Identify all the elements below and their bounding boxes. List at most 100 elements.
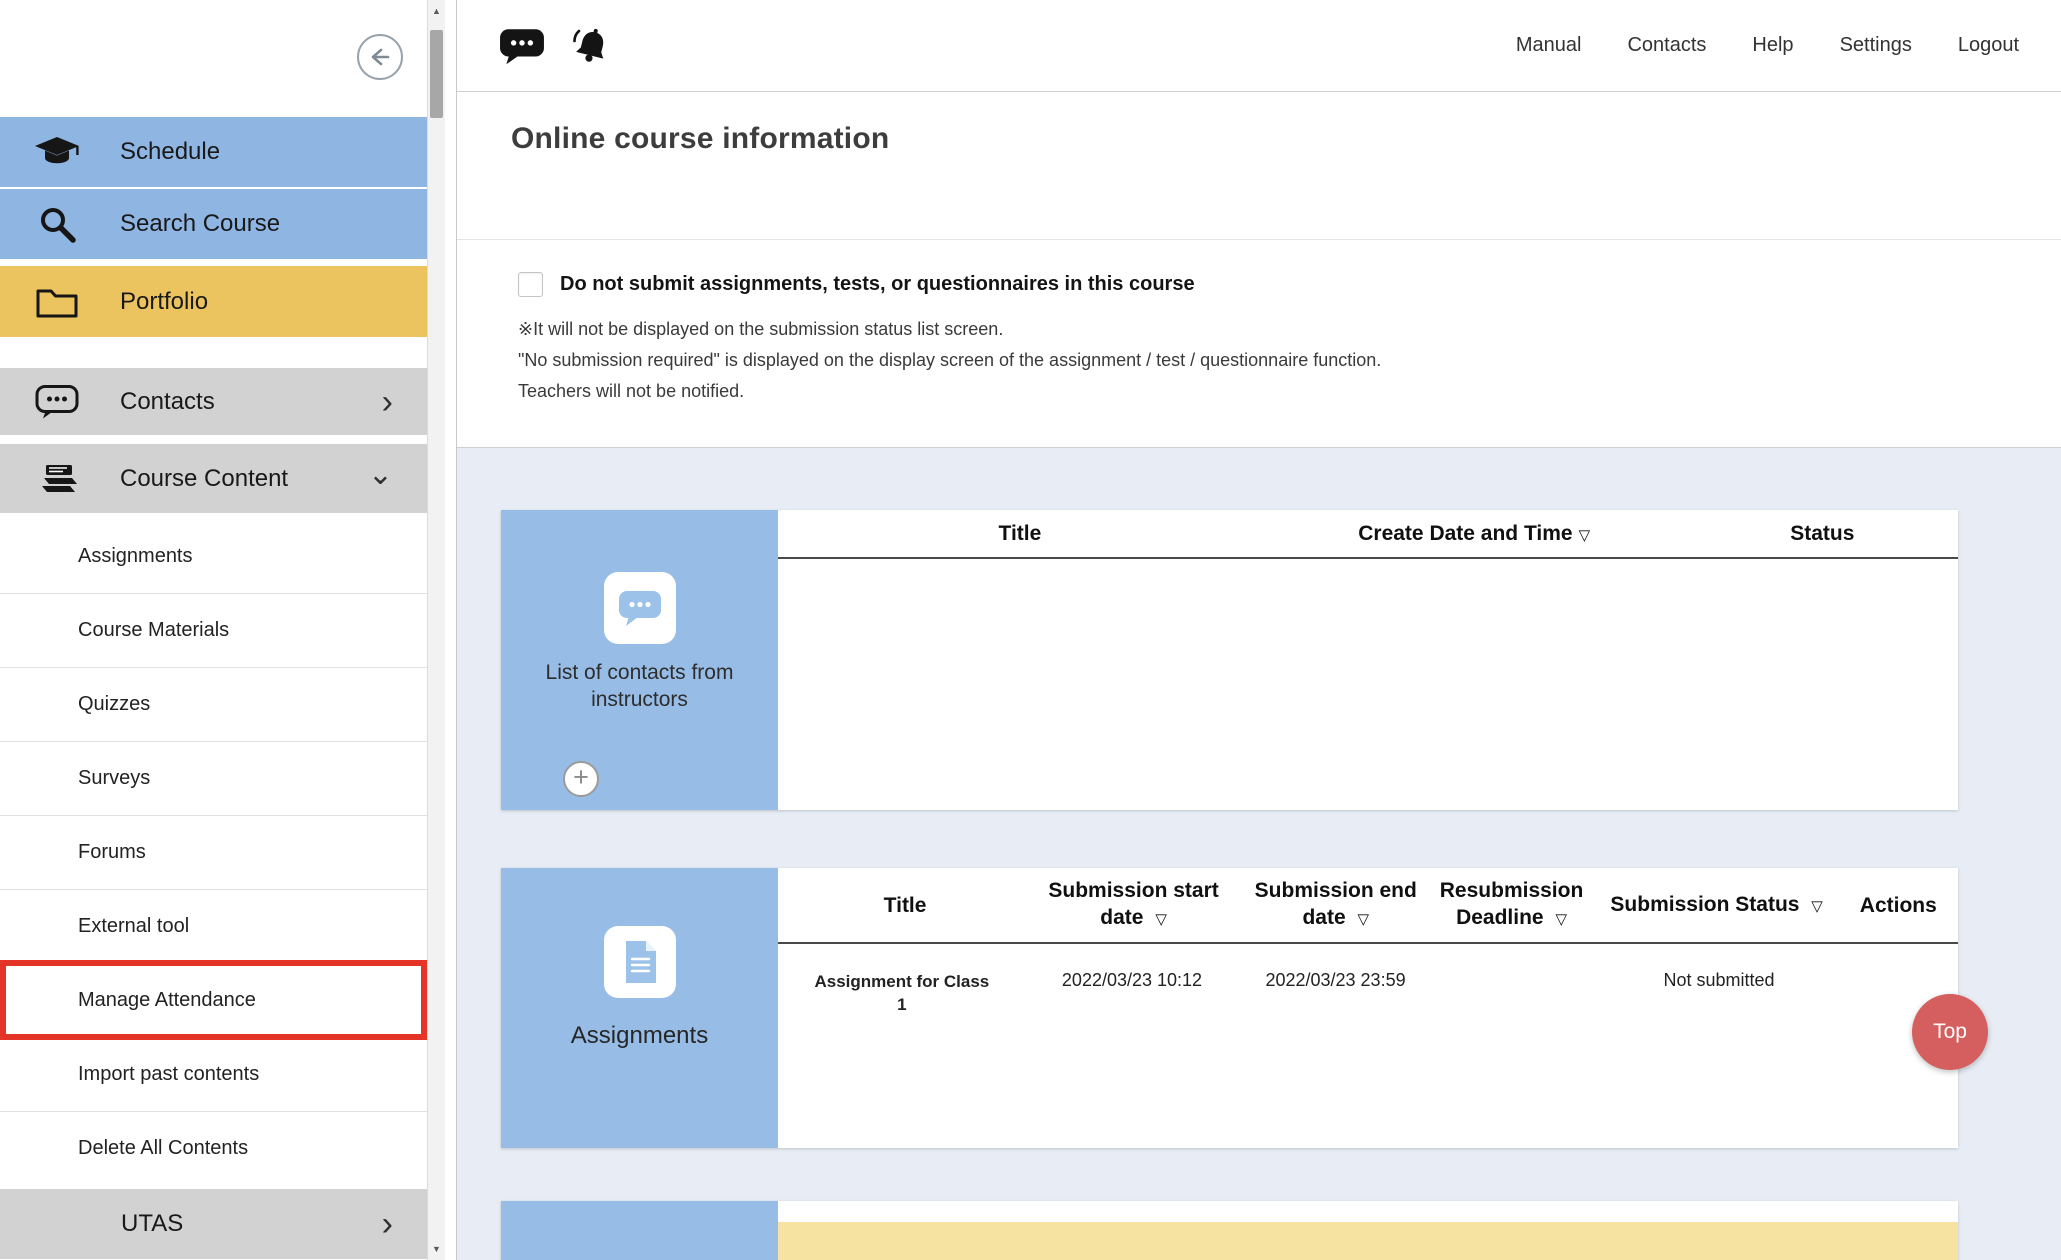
document-icon [604, 926, 676, 998]
column-submission-status[interactable]: Submission Status ▽ [1591, 891, 1843, 920]
no-submit-option-row: Do not submit assignments, tests, or que… [518, 272, 2061, 297]
sidebar-item-label: UTAS [121, 1210, 183, 1238]
assignments-card-title: Assignments [571, 1022, 708, 1049]
top-navigation: Manual Contacts Help Settings Logout [1516, 34, 2019, 57]
submenu-label: Quizzes [78, 693, 150, 716]
nav-settings[interactable]: Settings [1840, 34, 1912, 57]
next-card-body [778, 1201, 1958, 1260]
sidebar-item-label: Contacts [120, 388, 215, 416]
sort-icon: ▽ [1555, 911, 1567, 928]
sidebar-item-surveys[interactable]: Surveys [0, 741, 427, 815]
next-card-panel [501, 1201, 778, 1260]
sidebar-item-forums[interactable]: Forums [0, 815, 427, 889]
plus-icon: + [573, 764, 589, 791]
next-card-partial [501, 1201, 1958, 1260]
contacts-table: Title Create Date and Time▽ Status [778, 510, 1958, 810]
submenu-label: Manage Attendance [78, 989, 256, 1012]
sidebar-item-external-tool[interactable]: External tool [0, 889, 427, 963]
course-content-submenu: Assignments Course Materials Quizzes Sur… [0, 519, 427, 1185]
sidebar-header [0, 0, 427, 117]
add-contact-button[interactable]: + [563, 761, 599, 797]
sidebar-item-contacts[interactable]: Contacts › [0, 368, 427, 435]
column-label: Create Date and Time [1358, 522, 1572, 545]
submenu-label: External tool [78, 915, 189, 938]
sidebar-item-label: Course Content [120, 465, 288, 493]
contacts-table-header: Title Create Date and Time▽ Status [778, 510, 1958, 559]
chevron-right-icon: › [382, 385, 393, 419]
sidebar-scrollbar[interactable]: ▲ ▼ [427, 0, 445, 1260]
course-options-section: Do not submit assignments, tests, or que… [457, 240, 2061, 448]
assignment-status: Not submitted [1592, 970, 1846, 991]
main-area: Manual Contacts Help Settings Logout Onl… [456, 0, 2061, 1260]
column-create-date[interactable]: Create Date and Time ▽ [1262, 522, 1687, 546]
notice-band [778, 1222, 1958, 1260]
scrollbar-thumb[interactable] [430, 30, 443, 118]
no-submit-checkbox[interactable] [518, 272, 543, 297]
sidebar-item-schedule[interactable]: Schedule [0, 117, 427, 187]
speech-bubble-icon [604, 572, 676, 644]
speech-bubble-icon [32, 384, 82, 420]
nav-logout[interactable]: Logout [1958, 34, 2019, 57]
column-label: Submission Status [1610, 893, 1799, 916]
collapse-sidebar-button[interactable] [357, 34, 403, 80]
contacts-card: List of contacts from instructors + Titl… [501, 510, 1958, 810]
sidebar-item-portfolio[interactable]: Portfolio [0, 266, 427, 337]
chevron-down-icon: ⌄ [368, 460, 393, 490]
chevron-right-icon: › [382, 1207, 393, 1241]
nav-help[interactable]: Help [1752, 34, 1793, 57]
assignments-table: Title Submission start date ▽ Submission… [778, 868, 1958, 1148]
sidebar-item-utas[interactable]: UTAS › [0, 1189, 427, 1259]
submenu-label: Forums [78, 841, 146, 864]
sidebar-item-manage-attendance[interactable]: Manage Attendance [0, 960, 427, 1040]
sidebar-item-assignments[interactable]: Assignments [0, 519, 427, 593]
sidebar-item-search-course[interactable]: Search Course [0, 189, 427, 259]
sort-icon: ▽ [1811, 898, 1823, 915]
messages-icon[interactable] [499, 27, 545, 65]
sidebar-item-label: Search Course [120, 210, 280, 238]
assignment-end-date: 2022/03/23 23:59 [1238, 970, 1433, 991]
content-area: List of contacts from instructors + Titl… [457, 448, 2061, 1260]
submenu-label: Surveys [78, 767, 150, 790]
submenu-label: Import past contents [78, 1063, 259, 1086]
sidebar-item-import-past-contents[interactable]: Import past contents [0, 1037, 427, 1111]
sort-icon: ▽ [1579, 527, 1591, 544]
topbar: Manual Contacts Help Settings Logout [457, 0, 2061, 92]
note-line: Teachers will not be notified. [518, 376, 2061, 407]
sidebar-item-course-materials[interactable]: Course Materials [0, 593, 427, 667]
scroll-up-arrow-icon[interactable]: ▲ [428, 0, 445, 22]
sort-icon: ▽ [1155, 911, 1167, 928]
notifications-bell-icon[interactable] [571, 25, 613, 67]
graduation-cap-icon [32, 135, 82, 169]
column-actions: Actions [1843, 892, 1954, 919]
column-resubmission-deadline[interactable]: Resubmission Deadline ▽ [1432, 877, 1590, 933]
sidebar-item-label: Portfolio [120, 288, 208, 316]
magnifier-icon [32, 204, 82, 244]
assignments-table-header: Title Submission start date ▽ Submission… [778, 868, 1958, 944]
column-submission-end[interactable]: Submission end date ▽ [1239, 877, 1432, 933]
page-header: Online course information [457, 92, 2061, 240]
back-arrow-icon [368, 45, 392, 69]
no-submit-checkbox-label: Do not submit assignments, tests, or que… [560, 273, 1195, 296]
column-submission-start[interactable]: Submission start date ▽ [1028, 877, 1239, 933]
sidebar-item-label: Schedule [120, 138, 220, 166]
note-line: "No submission required" is displayed on… [518, 345, 2061, 376]
column-title: Title [778, 522, 1262, 546]
assignment-row: Assignment for Class 1 2022/03/23 10:12 … [778, 944, 1958, 1016]
column-label: Submission end date [1255, 879, 1417, 929]
nav-manual[interactable]: Manual [1516, 34, 1582, 57]
option-notes: ※It will not be displayed on the submiss… [518, 314, 2061, 407]
folder-icon [32, 285, 82, 319]
contacts-card-panel: List of contacts from instructors + [501, 510, 778, 810]
submenu-label: Assignments [78, 545, 193, 568]
scroll-down-arrow-icon[interactable]: ▼ [428, 1238, 445, 1260]
sort-icon: ▽ [1357, 911, 1369, 928]
sidebar-item-course-content[interactable]: Course Content ⌄ [0, 444, 427, 513]
assignments-card: Assignments Title Submission start date … [501, 868, 1958, 1148]
nav-contacts[interactable]: Contacts [1627, 34, 1706, 57]
scroll-to-top-button[interactable]: Top [1912, 994, 1988, 1070]
sidebar-item-delete-all-contents[interactable]: Delete All Contents [0, 1111, 427, 1185]
column-title: Title [782, 892, 1028, 919]
page-title: Online course information [511, 122, 2061, 156]
sidebar-item-quizzes[interactable]: Quizzes [0, 667, 427, 741]
assignment-title: Assignment for Class 1 [809, 970, 994, 1016]
